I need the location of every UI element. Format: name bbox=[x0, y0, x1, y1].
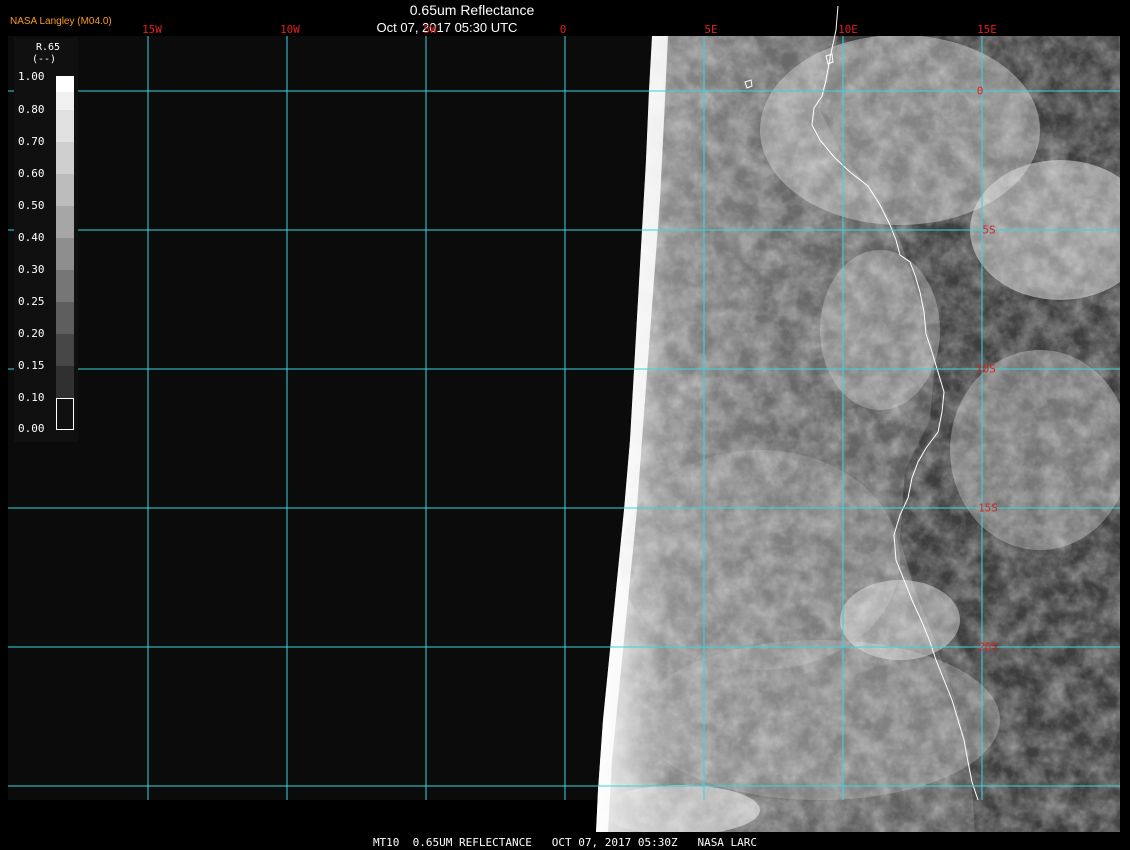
earth-disk bbox=[596, 36, 1120, 832]
legend-tick: 0.15 bbox=[18, 359, 45, 372]
legend-tick: 1.00 bbox=[18, 70, 45, 83]
legend-swatch bbox=[56, 142, 74, 174]
legend-tick: 0.80 bbox=[18, 103, 45, 116]
product-title: 0.65um Reflectance bbox=[409, 2, 535, 18]
legend-swatch bbox=[56, 92, 74, 110]
lon-label-5e: 5E bbox=[704, 23, 718, 36]
legend-tick: 0.30 bbox=[18, 263, 45, 276]
legend-swatch bbox=[56, 76, 74, 92]
legend-tick: 0.25 bbox=[18, 295, 45, 308]
lat-label-10s: 10S bbox=[976, 362, 996, 376]
legend-tick: 0.60 bbox=[18, 167, 45, 180]
legend-swatch bbox=[56, 366, 74, 398]
legend-units: (--) bbox=[32, 54, 57, 65]
legend-swatch bbox=[56, 110, 74, 142]
satellite-image-view: 0.65um Reflectance Oct 07, 2017 05:30 UT… bbox=[0, 0, 1130, 850]
footer-caption: MT10 0.65UM REFLECTANCE OCT 07, 2017 05:… bbox=[372, 836, 758, 849]
lat-label-20s: 20S bbox=[978, 640, 998, 654]
legend-tick: 0.40 bbox=[18, 231, 45, 244]
legend-swatch bbox=[56, 334, 74, 366]
lon-label-10e: 10E bbox=[838, 23, 858, 36]
lon-label-15e: 15E bbox=[977, 23, 997, 36]
legend-swatch bbox=[56, 302, 74, 334]
legend-tick: 0.70 bbox=[18, 135, 45, 148]
lon-label-15w: 15W bbox=[142, 23, 162, 36]
reflectance-legend: R.65 (--) 1.00 0.80 0.70 0.60 0.50 0.40 … bbox=[14, 38, 78, 442]
legend-swatch bbox=[56, 270, 74, 302]
legend-tick: 0.10 bbox=[18, 391, 45, 404]
legend-tick: 0.20 bbox=[18, 327, 45, 340]
legend-swatch bbox=[56, 206, 74, 238]
legend-swatch bbox=[56, 398, 74, 430]
lat-label-0: 0 bbox=[976, 84, 984, 98]
observation-time: Oct 07, 2017 05:30 UTC bbox=[376, 20, 518, 35]
reflectance-map bbox=[0, 5, 1130, 834]
lon-label-10w: 10W bbox=[280, 23, 300, 36]
legend-swatch bbox=[56, 238, 74, 270]
legend-tick: 0.00 bbox=[18, 422, 45, 435]
lon-label-5w: 5W bbox=[423, 23, 437, 36]
legend-tick: 0.50 bbox=[18, 199, 45, 212]
producer-label: NASA Langley (M04.0) bbox=[10, 16, 112, 27]
lat-label-15s: 15S bbox=[978, 501, 998, 515]
legend-variable-name: R.65 bbox=[36, 42, 61, 53]
lon-label-0: 0 bbox=[559, 23, 567, 36]
legend-swatch bbox=[56, 174, 74, 206]
lat-label-5s: 5S bbox=[982, 223, 996, 237]
